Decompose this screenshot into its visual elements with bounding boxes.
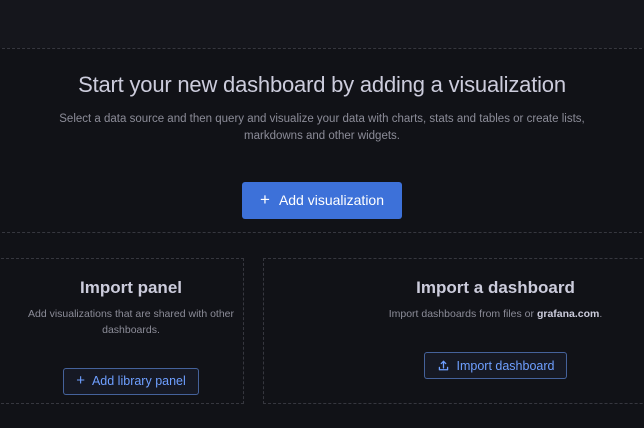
import-panel-description-line: dashboards. <box>28 323 234 339</box>
import-panel-card: Import panel Add visualizations that are… <box>0 258 244 404</box>
import-dashboard-button[interactable]: Import dashboard <box>424 352 568 379</box>
import-dashboard-title: Import a dashboard <box>416 277 575 299</box>
add-visualization-button[interactable]: + Add visualization <box>242 182 402 219</box>
page-subtitle: Select a data source and then query and … <box>59 111 584 144</box>
import-dashboard-description-line: Import dashboards from files or grafana.… <box>389 307 603 323</box>
import-dashboard-card: Import a dashboard Import dashboards fro… <box>263 258 644 404</box>
plus-icon: + <box>76 373 85 388</box>
add-visualization-panel: Start your new dashboard by adding a vis… <box>0 48 644 233</box>
plus-icon: + <box>260 191 270 208</box>
import-dashboard-button-label: Import dashboard <box>457 359 555 373</box>
import-panel-description-line: Add visualizations that are shared with … <box>28 307 234 323</box>
add-library-panel-button-label: Add library panel <box>92 374 186 388</box>
import-panel-title: Import panel <box>80 277 182 299</box>
page-subtitle-line: Select a data source and then query and … <box>59 111 584 128</box>
page-subtitle-line: markdowns and other widgets. <box>59 128 584 145</box>
grafana-com-text: grafana.com <box>537 308 599 320</box>
add-visualization-button-label: Add visualization <box>279 192 384 208</box>
upload-icon <box>437 359 450 372</box>
import-dashboard-description: Import dashboards from files or grafana.… <box>389 307 603 323</box>
toolbar-spacer <box>0 0 644 48</box>
import-panel-description: Add visualizations that are shared with … <box>28 307 234 338</box>
dashboard-empty-state: Start your new dashboard by adding a vis… <box>0 0 644 428</box>
add-library-panel-button[interactable]: + Add library panel <box>63 368 199 395</box>
page-title: Start your new dashboard by adding a vis… <box>78 71 566 99</box>
